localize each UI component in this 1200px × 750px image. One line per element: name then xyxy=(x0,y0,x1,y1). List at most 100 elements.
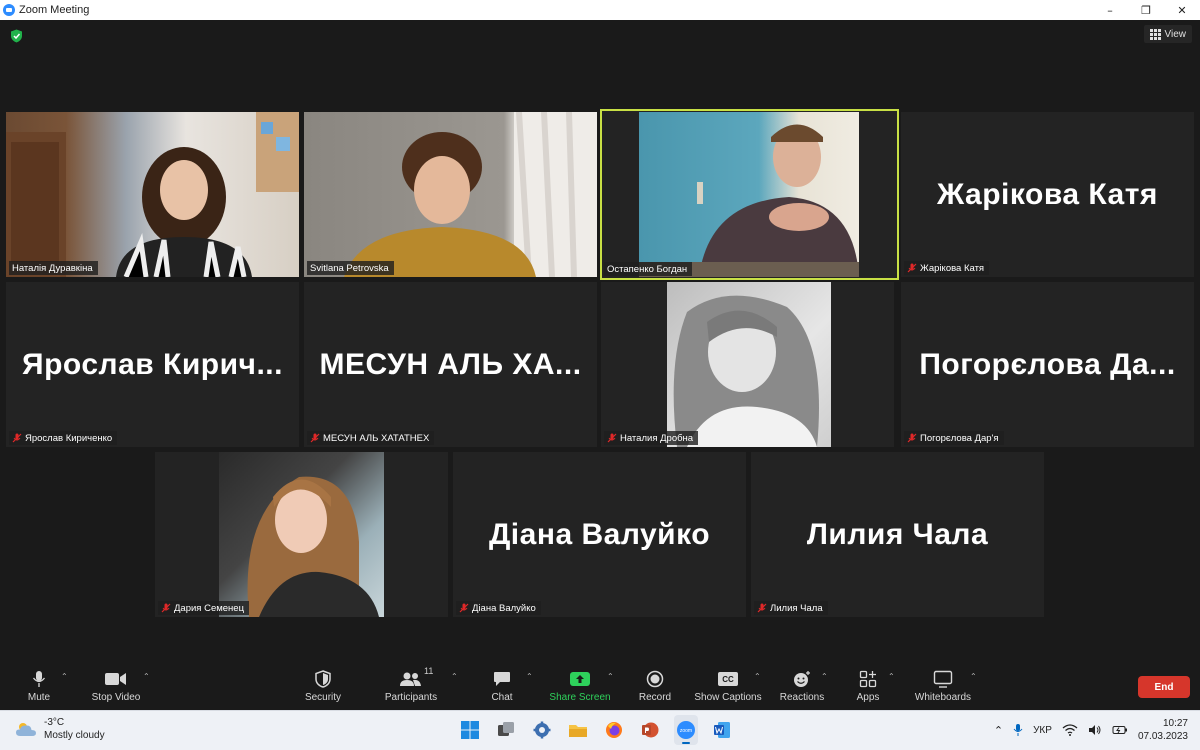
zoom-taskbar-icon[interactable]: zoom xyxy=(674,715,698,745)
participant-name-label: Жарікова Катя xyxy=(904,261,990,275)
stop-video-button[interactable]: Stop Video xyxy=(88,668,144,706)
participant-display-name: МЕСУН АЛЬ ХА... xyxy=(319,347,582,381)
participant-name-label: Лилия Чала xyxy=(754,601,828,615)
mic-off-icon xyxy=(757,603,767,613)
participant-video xyxy=(667,282,831,447)
participant-tile-active-speaker[interactable]: Остапенко Богдан xyxy=(600,109,899,280)
mic-off-icon xyxy=(310,433,320,443)
microphone-icon xyxy=(32,671,46,687)
apps-options-chevron-up-icon[interactable]: ⌃ xyxy=(888,672,896,681)
end-meeting-button[interactable]: End xyxy=(1138,676,1190,698)
whiteboards-options-chevron-up-icon[interactable]: ⌃ xyxy=(970,672,978,681)
mute-button[interactable]: Mute xyxy=(20,668,58,706)
apps-button[interactable]: Apps xyxy=(852,668,884,706)
window-title: Zoom Meeting xyxy=(19,4,90,16)
mic-off-icon xyxy=(907,263,917,273)
participant-video xyxy=(6,112,299,277)
task-view-icon[interactable] xyxy=(494,715,518,745)
weather-description: Mostly cloudy xyxy=(44,730,105,741)
firefox-icon[interactable] xyxy=(602,715,626,745)
security-button[interactable]: Security xyxy=(302,668,344,706)
mic-off-icon xyxy=(907,433,917,443)
participant-tile[interactable]: Ярослав Кирич... Ярослав Кириченко xyxy=(6,282,299,447)
participants-options-chevron-up-icon[interactable]: ⌃ xyxy=(451,672,459,681)
video-frame-graphic xyxy=(247,476,379,617)
grid-icon xyxy=(1149,28,1161,40)
reactions-smiley-icon xyxy=(794,671,810,687)
record-icon xyxy=(646,670,664,688)
clock-time: 10:27 xyxy=(1162,718,1188,729)
participant-tile[interactable]: Дария Семенец xyxy=(155,452,448,617)
system-tray: ⌃ УКР 10:27 07.03.2023 xyxy=(994,717,1188,743)
share-screen-button[interactable]: Share Screen xyxy=(548,668,612,706)
meeting-area: View Наталія Дуравкіна Svitlana Petrovsk… xyxy=(0,20,1200,664)
participant-tile[interactable]: Діана Валуйко Діана Валуйко xyxy=(453,452,746,617)
participant-display-name: Жарікова Катя xyxy=(937,177,1158,211)
zoom-app-icon xyxy=(3,4,15,16)
microphone-in-use-icon[interactable] xyxy=(1013,723,1023,737)
participants-count-badge: 11 xyxy=(424,666,434,676)
cloudy-weather-icon xyxy=(16,723,36,736)
video-frame-graphic xyxy=(673,295,819,447)
participant-tile[interactable]: Svitlana Petrovska xyxy=(304,112,597,277)
participant-tile[interactable]: Погорєлова Да... Погорєлова Дар'я xyxy=(901,282,1194,447)
record-button[interactable]: Record xyxy=(636,668,674,706)
participant-video xyxy=(219,452,384,617)
meeting-toolbar: Mute ⌃ Stop Video ⌃ Security 11 Particip… xyxy=(0,664,1200,710)
chat-options-chevron-up-icon[interactable]: ⌃ xyxy=(526,672,534,681)
close-button[interactable]: ✕ xyxy=(1164,0,1200,20)
participant-name-label: Дария Семенец xyxy=(158,601,250,615)
participant-tile[interactable]: Лилия Чала Лилия Чала xyxy=(751,452,1044,617)
weather-widget[interactable]: -3°C Mostly cloudy xyxy=(14,716,105,742)
participants-button[interactable]: 11 Participants xyxy=(381,666,441,706)
encryption-shield-icon[interactable] xyxy=(10,29,23,43)
maximize-button[interactable]: ❐ xyxy=(1128,0,1164,20)
participant-name-label: Svitlana Petrovska xyxy=(307,261,394,275)
wifi-icon[interactable] xyxy=(1062,724,1078,736)
minimize-button[interactable]: – xyxy=(1092,0,1128,20)
video-camera-icon xyxy=(105,673,126,685)
participant-tile[interactable]: Наталія Дуравкіна xyxy=(6,112,299,277)
participant-name-label: МЕСУН АЛЬ ХАТАТНЕХ xyxy=(307,431,435,445)
reactions-options-chevron-up-icon[interactable]: ⌃ xyxy=(821,672,829,681)
powerpoint-icon[interactable] xyxy=(638,715,662,745)
input-language-indicator[interactable]: УКР xyxy=(1033,725,1052,736)
participant-video xyxy=(304,112,597,277)
participant-tile[interactable]: Наталия Дробна xyxy=(601,282,894,447)
share-options-chevron-up-icon[interactable]: ⌃ xyxy=(607,672,615,681)
file-explorer-icon[interactable] xyxy=(566,715,590,745)
windows-start-icon[interactable] xyxy=(458,715,482,745)
whiteboards-button[interactable]: Whiteboards xyxy=(910,668,976,706)
mute-options-chevron-up-icon[interactable]: ⌃ xyxy=(61,672,69,681)
participant-video xyxy=(639,112,859,277)
video-options-chevron-up-icon[interactable]: ⌃ xyxy=(143,672,151,681)
share-screen-icon xyxy=(570,672,590,686)
participant-name-label: Остапенко Богдан xyxy=(604,262,693,276)
show-hidden-icons-chevron-up-icon[interactable]: ⌃ xyxy=(994,724,1003,737)
participant-display-name: Лилия Чала xyxy=(806,517,989,551)
settings-gear-icon[interactable] xyxy=(530,715,554,745)
word-icon[interactable] xyxy=(710,715,734,745)
windows-taskbar: -3°C Mostly cloudy zoom ⌃ УКР 10:27 07.0… xyxy=(0,710,1200,750)
title-bar: Zoom Meeting – ❐ ✕ xyxy=(0,0,1200,20)
security-shield-icon xyxy=(315,670,331,688)
captions-options-chevron-up-icon[interactable]: ⌃ xyxy=(754,672,762,681)
mic-off-icon xyxy=(607,433,617,443)
participant-display-name: Діана Валуйко xyxy=(488,517,711,551)
view-button[interactable]: View xyxy=(1143,25,1192,43)
participant-tile[interactable]: МЕСУН АЛЬ ХА... МЕСУН АЛЬ ХАТАТНЕХ xyxy=(304,282,597,447)
participant-name-label: Наталія Дуравкіна xyxy=(9,261,98,275)
participant-name-label: Наталия Дробна xyxy=(604,431,699,445)
volume-icon[interactable] xyxy=(1088,724,1102,736)
reactions-button[interactable]: Reactions xyxy=(778,668,826,706)
mic-off-icon xyxy=(161,603,171,613)
battery-icon[interactable] xyxy=(1112,724,1128,736)
taskbar-clock[interactable]: 10:27 07.03.2023 xyxy=(1138,717,1188,743)
chat-button[interactable]: Chat xyxy=(486,668,518,706)
window-controls: – ❐ ✕ xyxy=(1092,0,1200,20)
participant-tile[interactable]: Жарікова Катя Жарікова Катя xyxy=(901,112,1194,277)
weather-temperature: -3°C xyxy=(44,717,65,728)
chat-bubble-icon xyxy=(494,672,510,686)
apps-icon xyxy=(859,670,877,688)
participant-name-label: Погорєлова Дар'я xyxy=(904,431,1004,445)
